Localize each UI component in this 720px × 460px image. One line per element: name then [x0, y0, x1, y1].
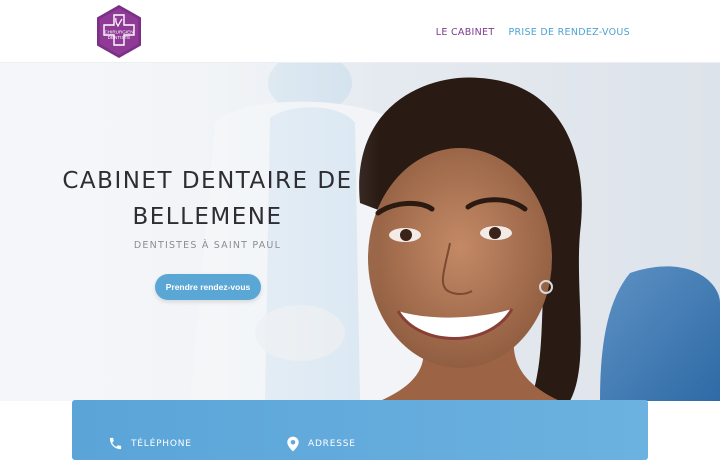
nav-prise-de-rendez-vous[interactable]: PRISE DE RENDEZ-VOUS	[508, 27, 630, 38]
svg-text:DENTISTE: DENTISTE	[108, 35, 131, 40]
site-header: CHIRURGIEN DENTISTE LE CABINET PRISE DE …	[0, 0, 720, 63]
logo[interactable]: CHIRURGIEN DENTISTE	[95, 4, 143, 59]
main-nav: LE CABINET PRISE DE RENDEZ-VOUS	[436, 27, 630, 38]
hero-subtitle: DENTISTES À SAINT PAUL	[133, 240, 282, 251]
info-phone-label: TÉLÉPHONE	[131, 438, 192, 449]
hero-banner: CABINET DENTAIRE DE BELLEMENE DENTISTES …	[0, 63, 720, 401]
contact-info-bar: TÉLÉPHONE ADRESSE	[72, 400, 648, 460]
book-appointment-button[interactable]: Prendre rendez-vous	[155, 274, 261, 300]
nav-le-cabinet[interactable]: LE CABINET	[436, 27, 495, 38]
page-title: CABINET DENTAIRE DE BELLEMENE	[40, 163, 375, 235]
title-line-1: CABINET DENTAIRE DE	[62, 168, 353, 194]
phone-icon	[109, 437, 122, 450]
info-phone[interactable]: TÉLÉPHONE	[108, 436, 192, 451]
info-address-label: ADRESSE	[308, 439, 356, 449]
title-line-2: BELLEMENE	[132, 204, 283, 230]
svg-text:CHIRURGIEN: CHIRURGIEN	[104, 30, 133, 35]
